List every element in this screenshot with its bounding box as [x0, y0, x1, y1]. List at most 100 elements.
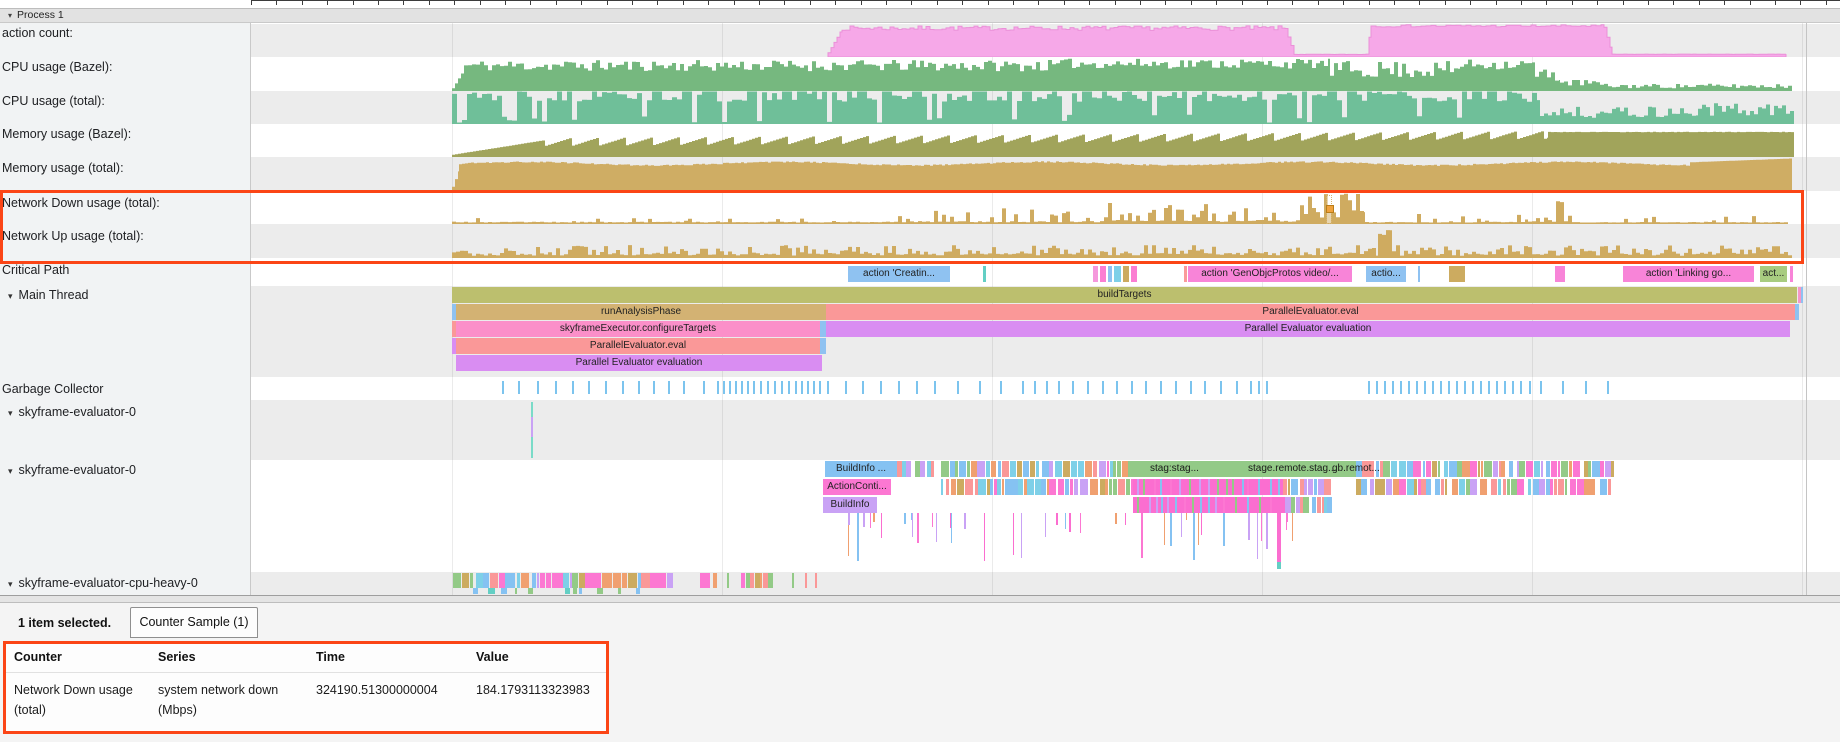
gc-tick[interactable]: [717, 381, 719, 394]
dense-slice[interactable]: [1030, 461, 1035, 477]
hanging-slice[interactable]: [1021, 513, 1023, 558]
dense-slice[interactable]: [1426, 461, 1432, 477]
dense-slice[interactable]: [713, 573, 717, 588]
gc-tick[interactable]: [1607, 381, 1609, 394]
gc-tick[interactable]: [1258, 381, 1260, 394]
hanging-slice[interactable]: [1013, 513, 1015, 555]
dense-slice[interactable]: [462, 573, 469, 588]
dense-slice[interactable]: [1470, 479, 1477, 495]
hanging-slice[interactable]: [1164, 513, 1166, 545]
gc-tick[interactable]: [1236, 381, 1238, 394]
gc-tick[interactable]: [1145, 381, 1147, 394]
dense-slice[interactable]: [1421, 479, 1425, 495]
dense-slice[interactable]: [1109, 479, 1113, 495]
dense-slice[interactable]: [1435, 479, 1440, 495]
gc-tick[interactable]: [862, 381, 864, 394]
dense-slice[interactable]: [1462, 461, 1469, 477]
gc-tick[interactable]: [622, 381, 624, 394]
cpu-heavy-subrow-slice[interactable]: [488, 588, 495, 594]
gc-tick[interactable]: [1220, 381, 1222, 394]
dense-slice[interactable]: [1600, 461, 1604, 477]
gc-tick[interactable]: [1160, 381, 1162, 394]
cpu-heavy-subrow-slice[interactable]: [618, 588, 621, 594]
dense-slice[interactable]: [957, 479, 965, 495]
hanging-slice[interactable]: [863, 513, 865, 527]
hanging-slice[interactable]: [912, 513, 914, 537]
dense-slice[interactable]: [1010, 461, 1017, 477]
dense-slice[interactable]: [1600, 479, 1607, 495]
critical-path-slice[interactable]: actio...: [1366, 266, 1406, 282]
cpu-heavy-subrow-slice[interactable]: [597, 588, 603, 594]
sidebar-track-skyframe-evaluator-cpu-heavy-0[interactable]: ▾skyframe-evaluator-cpu-heavy-0: [8, 576, 198, 590]
dense-slice[interactable]: [622, 573, 627, 588]
gc-tick[interactable]: [1562, 381, 1564, 394]
dense-slice[interactable]: [1118, 479, 1126, 495]
dense-slice[interactable]: [1480, 479, 1487, 495]
hanging-slice[interactable]: [1056, 513, 1058, 525]
hanging-slice[interactable]: [936, 513, 938, 542]
panel-splitter[interactable]: [0, 595, 1840, 603]
dense-slice[interactable]: [1018, 479, 1023, 495]
dense-slice[interactable]: [540, 573, 546, 588]
dense-slice[interactable]: [1055, 461, 1063, 477]
dense-slice[interactable]: [1036, 461, 1039, 477]
gc-tick[interactable]: [1034, 381, 1036, 394]
hanging-slice[interactable]: [932, 513, 934, 527]
counter-chart-network-down-usage-total[interactable]: [251, 191, 1840, 224]
dense-slice[interactable]: [1569, 461, 1573, 477]
dense-slice[interactable]: [1413, 461, 1421, 477]
gc-tick[interactable]: [1480, 381, 1482, 394]
dense-slice[interactable]: [1407, 479, 1414, 495]
dense-slice[interactable]: [705, 573, 709, 588]
dense-slice[interactable]: [959, 461, 967, 477]
evaluator-slice[interactable]: BuildInfo ...: [825, 461, 897, 477]
dense-slice[interactable]: [1386, 479, 1392, 495]
gc-tick[interactable]: [767, 381, 769, 394]
evaluator-slice[interactable]: BuildInfo: [823, 497, 877, 513]
dense-slice[interactable]: [1391, 461, 1397, 477]
dense-slice[interactable]: [659, 573, 666, 588]
dense-slice[interactable]: [499, 573, 505, 588]
dense-slice[interactable]: [546, 573, 551, 588]
dense-slice[interactable]: [1554, 479, 1558, 495]
critical-path-slice[interactable]: [1184, 266, 1187, 282]
sidebar-track-action-count[interactable]: action count:: [2, 26, 73, 40]
dense-slice[interactable]: [1283, 479, 1287, 495]
dense-slice[interactable]: [1370, 479, 1374, 495]
dense-slice[interactable]: [1445, 479, 1447, 495]
gc-tick[interactable]: [813, 381, 815, 394]
gc-tick[interactable]: [605, 381, 607, 394]
dense-slice[interactable]: [768, 573, 773, 588]
selected-counter-sample-marker[interactable]: [1327, 196, 1331, 223]
dense-slice[interactable]: [1399, 461, 1406, 477]
gc-tick[interactable]: [588, 381, 590, 394]
dense-slice[interactable]: [1314, 479, 1318, 495]
critical-path-slice[interactable]: [1131, 266, 1137, 282]
dense-slice[interactable]: [1296, 497, 1300, 513]
timeline-area[interactable]: action 'Creatin...action 'GenObjcProtos …: [0, 23, 1840, 595]
gc-tick[interactable]: [1368, 381, 1370, 394]
critical-path-slice[interactable]: [1100, 266, 1106, 282]
dense-slice[interactable]: [1010, 479, 1017, 495]
hanging-slice[interactable]: [1125, 513, 1127, 525]
gc-tick[interactable]: [653, 381, 655, 394]
gc-tick[interactable]: [774, 381, 776, 394]
hanging-slice[interactable]: [1257, 513, 1259, 559]
dense-slice[interactable]: [1375, 479, 1381, 495]
dense-slice[interactable]: [1042, 461, 1049, 477]
gc-tick[interactable]: [1376, 381, 1378, 394]
gc-tick[interactable]: [683, 381, 685, 394]
dense-slice[interactable]: [1078, 461, 1084, 477]
critical-path-slice[interactable]: [1449, 266, 1465, 282]
cpu-heavy-subrow-slice[interactable]: [579, 588, 582, 594]
dense-slice[interactable]: [552, 573, 563, 588]
dense-slice[interactable]: [931, 461, 934, 477]
counter-chart-cpu-usage-bazel[interactable]: [251, 57, 1840, 91]
dense-slice[interactable]: [1462, 479, 1465, 495]
dense-slice[interactable]: [986, 461, 991, 477]
main-thread-slice[interactable]: [1795, 304, 1799, 320]
hanging-slice[interactable]: [1045, 513, 1047, 537]
dense-slice[interactable]: [978, 479, 986, 495]
dense-slice[interactable]: [1608, 479, 1612, 495]
dense-slice[interactable]: [1561, 461, 1568, 477]
